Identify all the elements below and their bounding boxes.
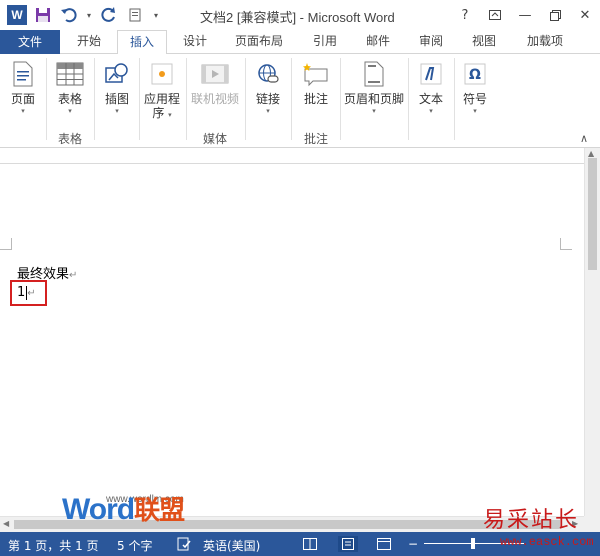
touch-mode-icon[interactable] — [124, 4, 146, 26]
omega-symbol-icon: Ω — [459, 58, 491, 90]
apps-icon — [146, 58, 178, 90]
table-button[interactable]: 表格 ▾ — [50, 58, 90, 116]
highlight-box — [10, 280, 47, 306]
watermark-easck-url: www.easck.com — [500, 535, 594, 549]
margin-mark-right — [560, 238, 572, 250]
table-icon — [54, 58, 86, 90]
zoom-slider-thumb[interactable] — [471, 538, 475, 549]
web-layout-icon[interactable] — [376, 536, 392, 552]
tab-review[interactable]: 审阅 — [408, 30, 454, 54]
apps-button[interactable]: 应用程 序 ▾ — [140, 58, 184, 122]
tab-insert[interactable]: 插入 — [117, 30, 167, 55]
title-bar: W ▾ ▾ 文档2 [兼容模式] - Microsoft Word ? — ✕ — [0, 0, 600, 30]
illustrations-button[interactable]: 插图 ▾ — [98, 58, 136, 116]
links-button[interactable]: 链接 ▾ — [249, 58, 287, 116]
restore-icon[interactable] — [540, 0, 570, 30]
vertical-scrollbar[interactable]: ▲ — [584, 148, 600, 516]
undo-dropdown-icon[interactable]: ▾ — [84, 4, 94, 26]
document-canvas[interactable] — [0, 148, 584, 516]
status-page-count[interactable]: 第 1 页，共 1 页 — [8, 537, 99, 554]
page-icon — [7, 58, 39, 90]
ribbon-insert: 页面 ▾ 表格 ▾ 表格 插图 ▾ 应用程 序 ▾ 联机视频 媒体 链接 ▾ 批… — [0, 54, 600, 148]
print-layout-icon[interactable] — [338, 536, 358, 552]
word-logo: W — [7, 5, 27, 25]
tab-design[interactable]: 设计 — [172, 30, 218, 54]
page-dropdown-icon: ▾ — [21, 107, 25, 115]
status-word-count[interactable]: 5 个字 — [117, 537, 152, 554]
ribbon-display-options-icon[interactable] — [480, 0, 510, 30]
header-footer-icon — [358, 58, 390, 90]
header-footer-button[interactable]: 页眉和页脚 ▾ — [343, 58, 405, 116]
redo-icon[interactable] — [98, 4, 120, 26]
ruler-area — [0, 148, 584, 164]
vertical-scroll-thumb[interactable] — [588, 158, 597, 270]
scroll-up-icon[interactable]: ▲ — [588, 149, 594, 158]
ribbon-tab-bar: 文件 开始 插入 设计 页面布局 引用 邮件 审阅 视图 加载项 — [0, 30, 600, 55]
watermark-word-logo: Word联盟 — [62, 493, 185, 526]
illustrations-icon — [101, 58, 133, 90]
status-language[interactable]: 英语(美国) — [203, 537, 260, 554]
online-video-button[interactable]: 联机视频 — [187, 58, 243, 106]
margin-mark-left — [0, 238, 12, 250]
tab-file[interactable]: 文件 — [0, 30, 60, 54]
customize-qat-icon[interactable]: ▾ — [150, 4, 162, 26]
svg-text:Ω: Ω — [469, 67, 481, 83]
word-app-icon[interactable]: W — [6, 4, 28, 26]
save-icon[interactable] — [32, 4, 54, 26]
collapse-ribbon-icon[interactable]: ∧ — [580, 132, 588, 145]
illustrations-dropdown-icon: ▾ — [115, 107, 119, 115]
tab-references[interactable]: 引用 — [302, 30, 348, 54]
comment-icon — [300, 58, 332, 90]
tab-mailings[interactable]: 邮件 — [355, 30, 401, 54]
read-mode-icon[interactable] — [302, 536, 318, 552]
tab-home[interactable]: 开始 — [64, 30, 114, 54]
online-video-icon — [199, 58, 231, 90]
window-title: 文档2 [兼容模式] - Microsoft Word — [200, 10, 395, 25]
group-label-table: 表格 — [57, 132, 82, 146]
links-dropdown-icon: ▾ — [266, 107, 270, 115]
group-label-media: 媒体 — [202, 132, 227, 146]
page-button[interactable]: 页面 ▾ — [4, 58, 42, 116]
scroll-left-icon[interactable]: ◀ — [3, 519, 9, 528]
tab-view[interactable]: 视图 — [461, 30, 507, 54]
tab-add-ins[interactable]: 加载项 — [518, 30, 572, 54]
header-footer-dropdown-icon: ▾ — [372, 107, 376, 115]
minimize-button[interactable]: — — [510, 0, 540, 30]
group-label-comments: 批注 — [303, 132, 328, 146]
tab-page-layout[interactable]: 页面布局 — [226, 30, 292, 54]
paragraph-mark-icon: ↵ — [69, 270, 78, 281]
proofing-icon[interactable] — [176, 536, 192, 552]
undo-icon[interactable] — [58, 4, 80, 26]
text-button[interactable]: 文本 ▾ — [412, 58, 450, 116]
close-button[interactable]: ✕ — [570, 0, 600, 30]
symbols-button[interactable]: Ω 符号 ▾ — [456, 58, 494, 116]
quick-access-toolbar: W ▾ ▾ — [0, 0, 166, 30]
new-comment-button[interactable]: 批注 — [296, 58, 336, 106]
table-dropdown-icon: ▾ — [68, 107, 72, 115]
zoom-out-icon[interactable]: − — [405, 536, 421, 552]
text-box-icon — [415, 58, 447, 90]
link-globe-icon — [252, 58, 284, 90]
help-button[interactable]: ? — [450, 0, 480, 30]
text-dropdown-icon: ▾ — [429, 107, 433, 115]
symbols-dropdown-icon: ▾ — [473, 107, 477, 115]
